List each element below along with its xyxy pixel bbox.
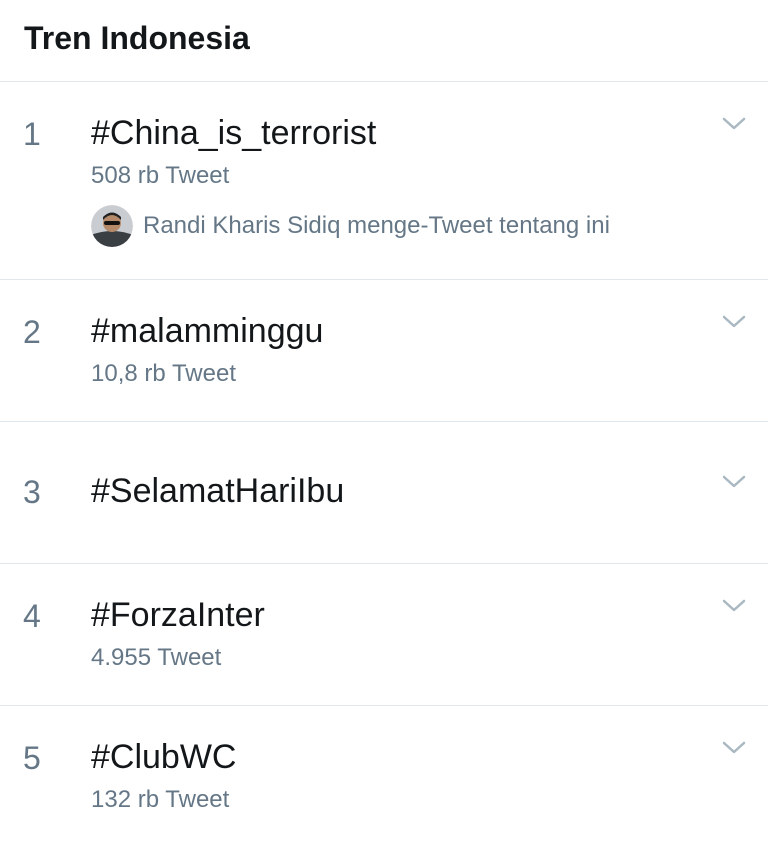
trends-header: Tren Indonesia — [0, 0, 768, 82]
trend-hashtag[interactable]: #malamminggu — [91, 312, 323, 351]
trend-rank: 5 — [23, 740, 41, 776]
trend-hashtag[interactable]: #China_is_terrorist — [91, 114, 376, 153]
trend-tweet-count: 4.955 Tweet — [91, 644, 222, 671]
trend-hashtag[interactable]: #ClubWC — [91, 738, 236, 777]
trend-item-5[interactable]: 5 #ClubWC 132 rb Tweet — [0, 706, 768, 843]
chevron-down-icon[interactable] — [720, 738, 748, 758]
chevron-down-icon[interactable] — [720, 472, 748, 492]
trend-tweet-count: 10,8 rb Tweet — [91, 360, 236, 387]
chevron-down-icon[interactable] — [720, 596, 748, 616]
trend-item-2[interactable]: 2 #malamminggu 10,8 rb Tweet — [0, 280, 768, 422]
chevron-down-icon[interactable] — [720, 312, 748, 332]
trend-tweet-count: 132 rb Tweet — [91, 786, 230, 813]
trend-rank: 3 — [23, 474, 41, 510]
trend-rank: 4 — [23, 598, 41, 634]
trend-item-4[interactable]: 4 #ForzaInter 4.955 Tweet — [0, 564, 768, 706]
trend-item-3[interactable]: 3 #SelamatHariIbu — [0, 422, 768, 564]
trend-context[interactable]: Randi Kharis Sidiq menge-Tweet tentang i… — [91, 204, 610, 248]
chevron-down-icon[interactable] — [720, 114, 748, 134]
trend-tweet-count: 508 rb Tweet — [91, 162, 230, 189]
page-title: Tren Indonesia — [24, 20, 250, 56]
trend-rank: 2 — [23, 314, 41, 350]
trend-rank: 1 — [23, 116, 41, 152]
trend-hashtag[interactable]: #ForzaInter — [91, 596, 265, 635]
avatar[interactable] — [91, 205, 133, 247]
trend-context-text: Randi Kharis Sidiq menge-Tweet tentang i… — [143, 212, 610, 239]
trend-hashtag[interactable]: #SelamatHariIbu — [91, 472, 344, 511]
trend-item-1[interactable]: 1 #China_is_terrorist 508 rb Tweet Randi… — [0, 82, 768, 280]
